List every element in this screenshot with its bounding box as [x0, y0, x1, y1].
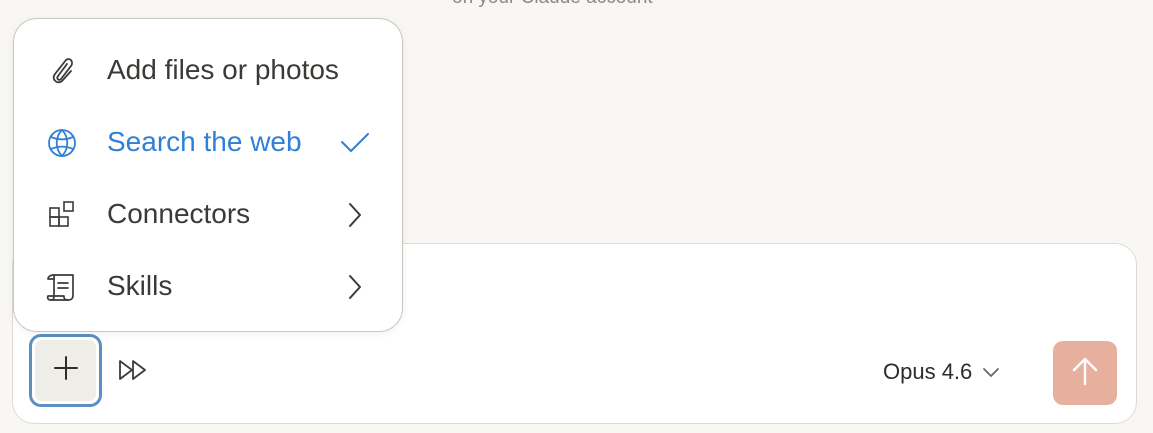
chevron-right-icon — [338, 199, 372, 231]
arrow-up-icon — [1071, 356, 1099, 391]
plus-icon — [53, 355, 79, 386]
menu-item-label: Connectors — [107, 198, 251, 229]
model-name: Opus 4.6 — [883, 359, 973, 384]
menu-item-label: Skills — [107, 270, 173, 301]
chevron-right-icon — [338, 271, 372, 303]
connectors-icon — [45, 198, 79, 232]
menu-item-add-files[interactable]: Add files or photos — [14, 41, 402, 99]
scroll-icon — [45, 270, 79, 304]
paperclip-icon — [45, 54, 79, 88]
checkmark-icon — [338, 127, 372, 159]
mode-toggle-button[interactable] — [117, 357, 151, 387]
menu-item-label: Search the web — [107, 126, 302, 157]
fast-forward-icon — [118, 359, 150, 386]
chevron-down-icon — [982, 359, 1000, 385]
menu-item-search-web[interactable]: Search the web — [14, 113, 402, 171]
add-content-button[interactable] — [29, 334, 102, 407]
send-button[interactable] — [1053, 341, 1117, 405]
menu-item-skills[interactable]: Skills — [14, 257, 402, 315]
model-selector[interactable]: Opus 4.6 — [883, 356, 1000, 388]
attachment-menu: Add files or photos Search the web Conne… — [13, 18, 403, 332]
globe-icon — [45, 126, 79, 160]
background-text: on your Claude account — [452, 0, 653, 9]
menu-item-label: Add files or photos — [107, 54, 339, 85]
menu-item-connectors[interactable]: Connectors — [14, 185, 402, 243]
